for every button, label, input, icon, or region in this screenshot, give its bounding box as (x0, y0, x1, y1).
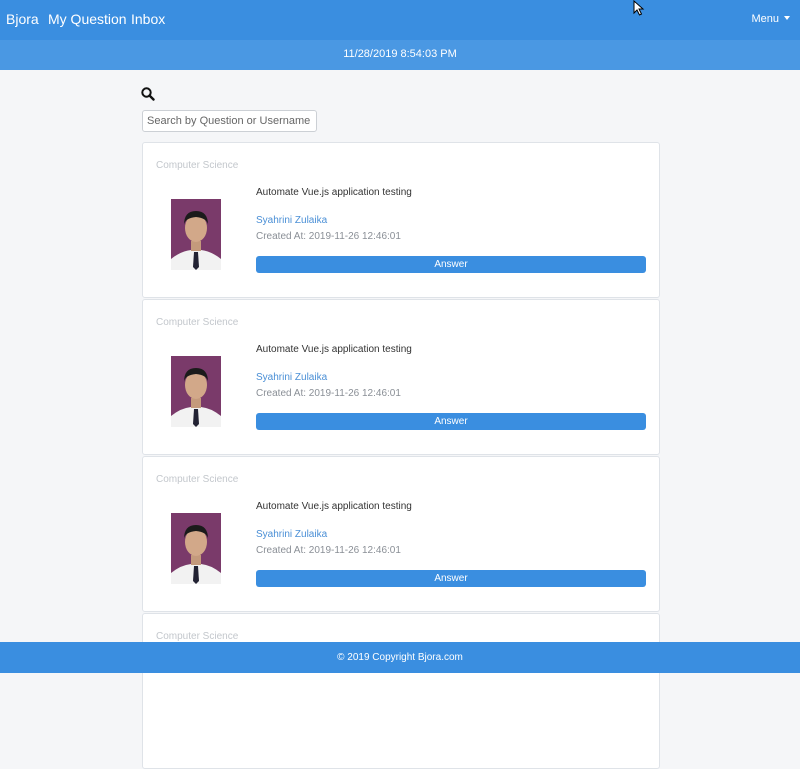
nav-inbox[interactable]: Inbox (131, 11, 165, 27)
search-input[interactable] (142, 110, 317, 132)
current-datetime: 11/28/2019 8:54:03 PM (343, 48, 457, 60)
question-title: Automate Vue.js application testing (256, 344, 412, 355)
answer-button[interactable]: Answer (256, 413, 646, 430)
question-title: Automate Vue.js application testing (256, 501, 412, 512)
question-card: Computer Science Automate Vue.js applica… (142, 299, 660, 455)
question-created-at: Created At: 2019-11-26 12:46:01 (256, 388, 401, 399)
caret-down-icon (784, 16, 790, 20)
question-created-at: Created At: 2019-11-26 12:46:01 (256, 231, 401, 242)
nav-my-question[interactable]: My Question (48, 11, 127, 27)
avatar (171, 356, 221, 427)
question-author-link[interactable]: Syahrini Zulaika (256, 372, 327, 383)
avatar (171, 513, 221, 584)
question-title: Automate Vue.js application testing (256, 187, 412, 198)
question-card: Computer Science Automate Vue.js applica… (142, 456, 660, 612)
answer-button[interactable]: Answer (256, 256, 646, 273)
copyright-text: © 2019 Copyright Bjora.com (337, 652, 463, 663)
menu-dropdown[interactable]: Menu (751, 13, 790, 25)
question-category: Computer Science (156, 474, 239, 485)
mouse-cursor-icon (633, 0, 645, 21)
question-card: Computer Science Automate Vue.js applica… (142, 142, 660, 298)
question-category: Computer Science (156, 160, 239, 171)
menu-label: Menu (751, 13, 779, 25)
footer: © 2019 Copyright Bjora.com (0, 642, 800, 673)
question-author-link[interactable]: Syahrini Zulaika (256, 529, 327, 540)
question-card: Computer Science (142, 613, 660, 769)
avatar (171, 199, 221, 270)
answer-button[interactable]: Answer (256, 570, 646, 587)
brand-link[interactable]: Bjora (6, 11, 39, 27)
question-category: Computer Science (156, 317, 239, 328)
datetime-bar: 11/28/2019 8:54:03 PM (0, 40, 800, 70)
question-created-at: Created At: 2019-11-26 12:46:01 (256, 545, 401, 556)
search-icon[interactable] (141, 87, 155, 101)
question-category: Computer Science (156, 631, 239, 642)
navbar: Bjora My Question Inbox Menu (0, 0, 800, 40)
question-author-link[interactable]: Syahrini Zulaika (256, 215, 327, 226)
